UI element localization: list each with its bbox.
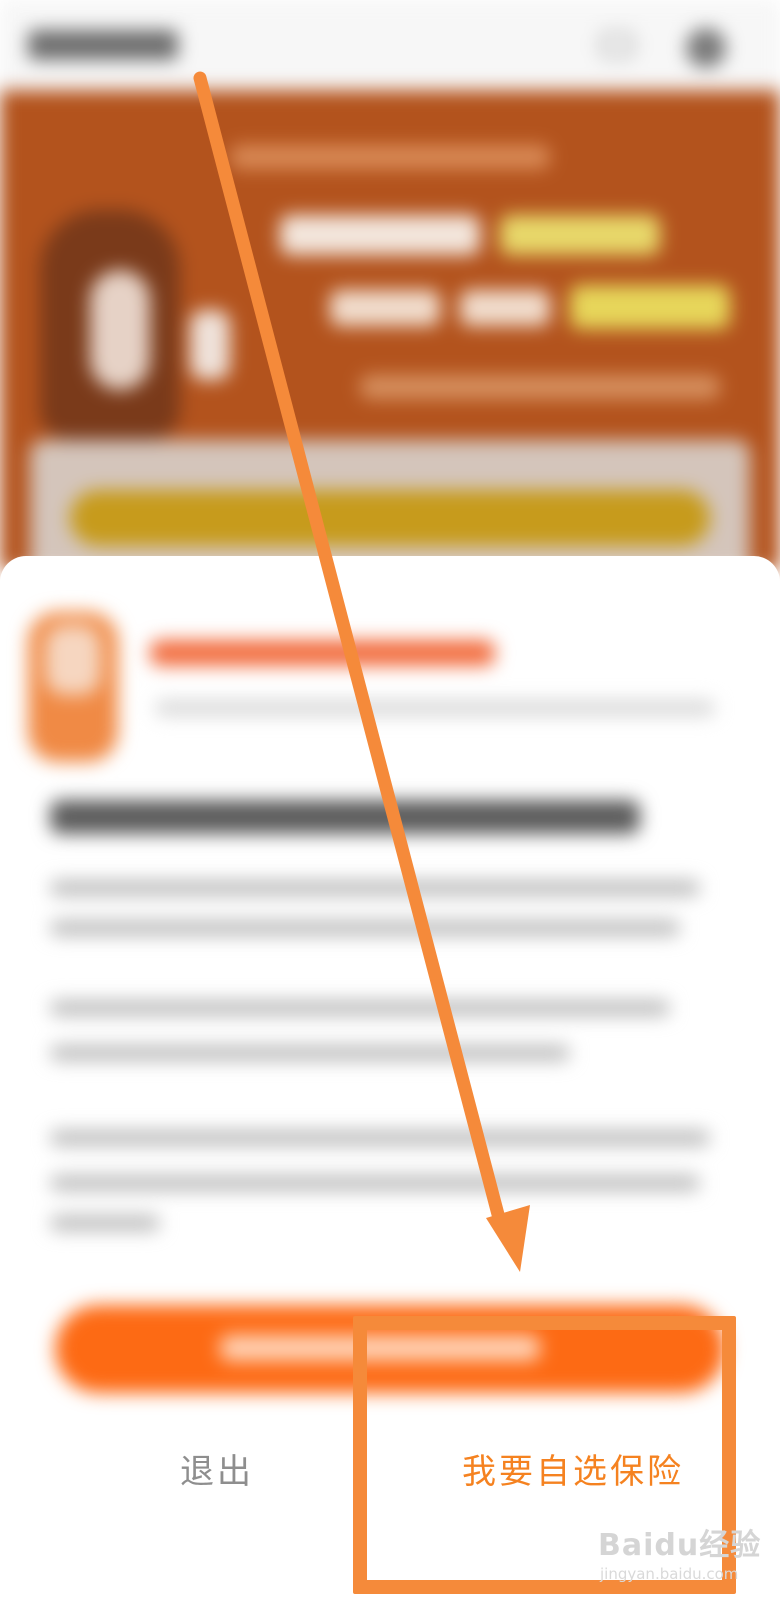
annotation-arrow [193, 71, 530, 1272]
watermark-url: jingyan.baidu.com [600, 1565, 739, 1583]
arrow-shaft [193, 71, 507, 1229]
watermark-logo: Baidu经验 [598, 1528, 762, 1563]
